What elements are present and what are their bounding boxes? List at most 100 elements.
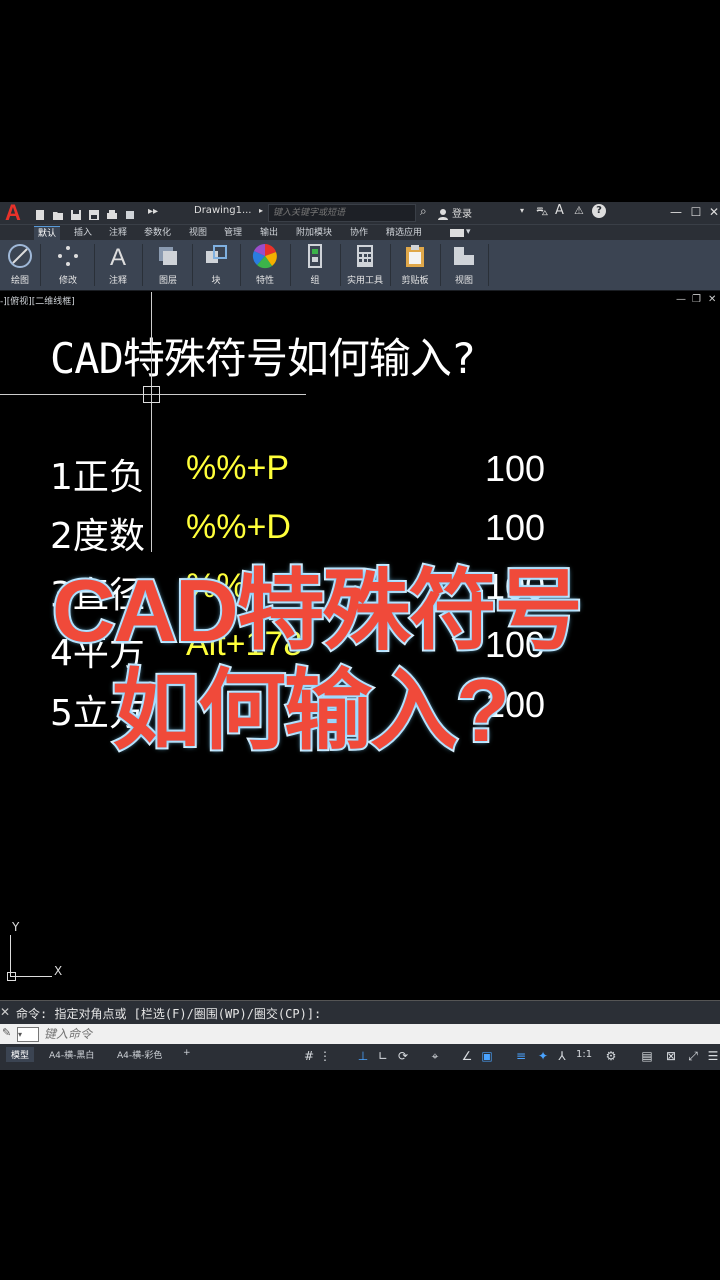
move-icon — [58, 246, 78, 266]
panel-clipboard[interactable]: 剪贴板 — [392, 240, 438, 290]
panel-properties[interactable]: 特性 — [242, 240, 288, 290]
layers-icon — [159, 247, 177, 265]
drawing-heading: CAD特殊符号如何输入? — [50, 334, 476, 383]
ribbon-toggle-icon[interactable] — [450, 229, 464, 237]
polar-icon[interactable]: ⟳ — [396, 1049, 410, 1063]
grid-icon[interactable]: # — [302, 1049, 316, 1063]
tab-layout-a4-color[interactable]: A4-横-彩色 — [112, 1047, 167, 1062]
panel-layers[interactable]: 图层 — [146, 240, 190, 290]
row-code: %%+P — [186, 449, 289, 487]
isolate-objects-icon[interactable]: ⊠ — [664, 1049, 678, 1063]
panel-label: 注释 — [108, 276, 127, 286]
save-icon[interactable] — [70, 206, 82, 220]
panel-label: 视图 — [454, 276, 473, 286]
lineweight-icon[interactable]: ≡ — [514, 1049, 528, 1063]
panel-utilities[interactable]: 实用工具 — [342, 240, 388, 290]
annotation-visibility-icon[interactable]: ✦ — [536, 1049, 550, 1063]
plot-icon[interactable] — [106, 206, 118, 219]
ucs-y-label: Y — [12, 920, 20, 934]
chevron-down-icon[interactable]: ▾ — [520, 206, 524, 215]
search-box[interactable] — [268, 204, 416, 222]
viewport-minimize-icon[interactable]: — — [676, 294, 686, 305]
tab-model[interactable]: 模型 — [6, 1047, 35, 1062]
panel-label: 实用工具 — [346, 276, 383, 286]
ortho-icon[interactable]: ∟ — [376, 1049, 390, 1063]
search-icon[interactable]: ⌕ — [420, 204, 427, 219]
panel-label: 特性 — [255, 276, 274, 286]
undo-icon[interactable] — [124, 206, 136, 219]
document-title: Drawing1... — [194, 205, 252, 216]
banner-line-2: 如何输入? — [110, 659, 512, 762]
draw-icon — [8, 244, 32, 268]
command-close-icon[interactable]: ✕ — [0, 1005, 10, 1019]
panel-block[interactable]: 块 — [194, 240, 238, 290]
tab-parametric[interactable]: 参数化 — [144, 226, 171, 240]
panel-draw[interactable]: 绘图 — [0, 240, 40, 290]
tab-addins[interactable]: 附加模块 — [296, 226, 332, 240]
workspace-gear-icon[interactable]: ⚙ — [604, 1049, 618, 1063]
isodraft-icon[interactable]: ⌖ — [428, 1049, 442, 1063]
panel-modify[interactable]: 修改 — [44, 240, 92, 290]
close-icon[interactable]: ✕ — [706, 204, 720, 220]
more-icon[interactable]: ▸▸ — [148, 206, 160, 218]
help-icon[interactable]: ? — [592, 204, 606, 218]
login-button[interactable]: 登录 — [452, 205, 472, 220]
customization-menu-icon[interactable]: ☰ — [706, 1049, 720, 1063]
search-input[interactable] — [273, 205, 411, 221]
panel-view[interactable]: 视图 — [442, 240, 486, 290]
user-icon[interactable] — [437, 205, 449, 220]
autocad-logo-icon[interactable]: A — [0, 202, 26, 224]
new-file-icon[interactable] — [34, 206, 46, 220]
maximize-icon[interactable]: ☐ — [688, 204, 704, 220]
command-line — [0, 1024, 720, 1044]
object-snap-tracking-icon[interactable]: ∠ — [460, 1049, 474, 1063]
viewport-controls[interactable]: -][俯视][二维线框] — [0, 294, 75, 307]
color-wheel-icon — [252, 243, 277, 269]
block-icon — [206, 245, 227, 263]
tab-collaborate[interactable]: 协作 — [350, 226, 368, 240]
viewport-close-icon[interactable]: ✕ — [708, 294, 716, 305]
panel-annotate[interactable]: A 注释 — [96, 240, 140, 290]
minimize-icon[interactable]: — — [668, 204, 684, 220]
ribbon-panels: 绘图 修改 A 注释 图层 块 特性 组 实用工具 剪贴板 视图 — [0, 240, 720, 291]
command-prompt-icon[interactable]: ▾ — [17, 1027, 39, 1042]
tab-manage[interactable]: 管理 — [224, 226, 242, 240]
panel-label: 绘图 — [10, 276, 29, 286]
tab-view[interactable]: 视图 — [189, 226, 207, 240]
customize-wrench-icon[interactable]: ✎ — [2, 1026, 11, 1039]
text-icon: A — [110, 244, 126, 269]
fullscreen-icon[interactable]: ⤢ — [686, 1049, 700, 1063]
tab-layout-a4-bw[interactable]: A4-横-黑白 — [44, 1047, 99, 1062]
calculator-icon — [357, 245, 373, 267]
ribbon-tabs: 默认 插入 注释 参数化 视图 管理 输出 附加模块 协作 精选应用 ▾ — [0, 224, 720, 241]
snap-icon[interactable]: ⋮ — [318, 1049, 332, 1063]
row-label: 1正负 — [50, 457, 145, 498]
row-value: 100 — [485, 448, 546, 489]
chevron-right-icon[interactable]: ▸ — [259, 206, 263, 215]
connect-icon[interactable]: ⚠ — [574, 204, 584, 217]
crosshair-vertical — [151, 292, 152, 552]
command-input[interactable] — [44, 1026, 644, 1042]
tab-featured-apps[interactable]: 精选应用 — [386, 226, 422, 240]
autodesk-app-icon[interactable]: A — [555, 203, 564, 218]
tab-default[interactable]: 默认 — [34, 226, 61, 241]
panel-label: 剪贴板 — [401, 276, 429, 286]
tab-insert[interactable]: 插入 — [74, 226, 92, 240]
infer-constraints-icon[interactable]: ⊥ — [356, 1049, 370, 1063]
viewport-restore-icon[interactable]: ❐ — [692, 294, 701, 305]
panel-label: 组 — [310, 276, 320, 286]
object-snap-icon[interactable]: ▣ — [480, 1049, 494, 1063]
cart-icon[interactable]: ⛍ — [536, 204, 548, 220]
save-as-icon[interactable] — [88, 206, 100, 220]
annotation-scale-icon[interactable]: ⅄ — [555, 1049, 569, 1063]
add-layout-button[interactable]: + — [178, 1047, 196, 1059]
tab-output[interactable]: 输出 — [260, 226, 278, 240]
chevron-down-icon[interactable]: ▾ — [466, 225, 471, 239]
ucs-x-label: X — [54, 964, 63, 978]
properties-palette-icon[interactable]: ▤ — [640, 1049, 654, 1063]
panel-label: 块 — [211, 276, 221, 286]
annotation-scale-value[interactable]: 1:1 — [576, 1049, 592, 1060]
open-file-icon[interactable] — [52, 206, 64, 220]
panel-group[interactable]: 组 — [292, 240, 338, 290]
tab-annotate[interactable]: 注释 — [109, 226, 127, 240]
